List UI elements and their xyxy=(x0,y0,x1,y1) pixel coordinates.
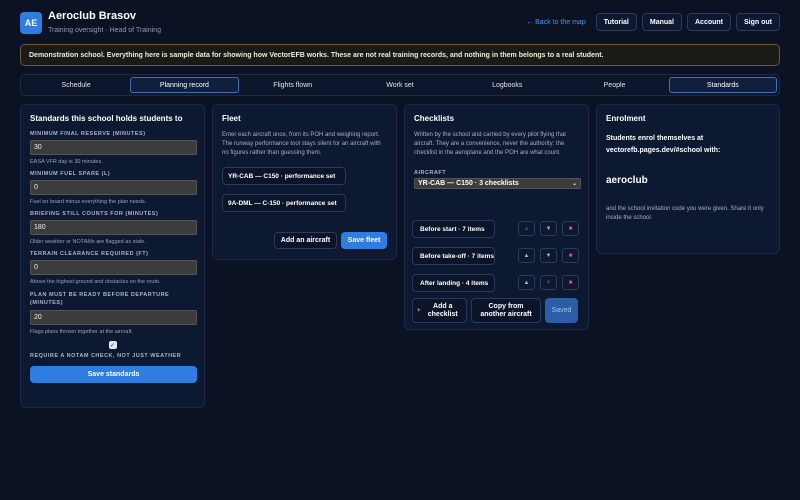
notam-check-checkbox[interactable]: ✓ xyxy=(108,341,117,349)
enrolment-note: and the school invitation code you were … xyxy=(606,206,764,221)
fleet-actions: Add an aircraft Save fleet xyxy=(274,232,387,249)
enrolment-intro: Students enrol themselves at vectorefb.p… xyxy=(606,135,721,154)
terrain-clearance-hint: Above the highest ground and obstacles o… xyxy=(30,279,161,285)
school-name: Aeroclub Brasov xyxy=(48,10,137,22)
school-logo: AE xyxy=(20,12,42,34)
fleet-description: Enter each aircraft once, from its POH a… xyxy=(222,132,381,156)
copy-checklists-button[interactable]: Copy from another aircraft xyxy=(471,298,541,323)
tab-planning-record[interactable]: Planning record xyxy=(130,77,239,93)
account-button[interactable]: Account xyxy=(687,13,731,31)
role-subtitle: Training oversight · Head of Training xyxy=(48,27,161,34)
checklist-row: Before start · 7 items ▲ ▼ ■ xyxy=(412,220,582,238)
briefing-validity-label: Briefing still counts for (minutes) xyxy=(30,211,159,217)
final-reserve-label: Minimum final reserve (minutes) xyxy=(30,131,146,137)
briefing-validity-input[interactable]: 180 xyxy=(30,220,197,235)
aircraft-item[interactable]: YR-CAB — C150 · performance set xyxy=(222,167,346,185)
terrain-clearance-label: Terrain clearance required (ft) xyxy=(30,251,149,257)
aircraft-select[interactable]: YR-CAB — C150 · 3 checklists ⌄ xyxy=(414,178,581,189)
save-fleet-button[interactable]: Save fleet xyxy=(341,232,387,249)
add-aircraft-button[interactable]: Add an aircraft xyxy=(274,232,337,249)
checklist-name[interactable]: Before start · 7 items xyxy=(412,220,495,238)
final-reserve-hint: EASA VFR day is 30 minutes. xyxy=(30,159,103,165)
demo-banner: Demonstration school. Everything here is… xyxy=(20,44,780,66)
invitation-code: aeroclub xyxy=(606,175,648,186)
enrolment-panel: Enrolment Students enrol themselves at v… xyxy=(596,104,780,254)
briefing-validity-hint: Older weather or NOTAMs are flagged as s… xyxy=(30,239,146,245)
move-up-icon[interactable]: ▲ xyxy=(518,221,535,236)
manual-button[interactable]: Manual xyxy=(641,13,682,31)
plan-ready-label: Plan must be ready before departure (min… xyxy=(30,292,170,306)
notam-check-label: Require a NOTAM check, not just weather xyxy=(30,353,182,359)
save-standards-button[interactable]: Save standards xyxy=(30,366,197,383)
move-up-icon[interactable]: ▲ xyxy=(518,275,535,290)
aircraft-select-value: YR-CAB — C150 · 3 checklists xyxy=(418,180,519,187)
checklist-row: After landing · 4 items ▲ ▼ ■ xyxy=(412,274,582,292)
checklists-title: Checklists xyxy=(414,114,455,123)
plus-icon: + xyxy=(417,307,421,314)
copy-checklists-label: Copy from another aircraft xyxy=(480,302,532,318)
tab-logbooks[interactable]: Logbooks xyxy=(454,77,560,93)
delete-icon[interactable]: ■ xyxy=(562,275,579,290)
standards-title: Standards this school holds students to xyxy=(30,114,183,123)
move-down-icon[interactable]: ▼ xyxy=(540,221,557,236)
header-actions: ← Back to the map Tutorial Manual Accoun… xyxy=(526,13,780,31)
checklist-name[interactable]: Before take-off · 7 items xyxy=(412,247,495,265)
aircraft-select-label: Aircraft xyxy=(414,170,447,176)
move-up-icon[interactable]: ▲ xyxy=(518,248,535,263)
saved-button[interactable]: Saved xyxy=(545,298,578,323)
tab-bar: Schedule Planning record Flights flown W… xyxy=(20,74,780,96)
move-down-icon[interactable]: ▼ xyxy=(540,275,557,290)
fleet-panel: Fleet Enter each aircraft once, from its… xyxy=(212,104,397,260)
final-reserve-input[interactable]: 30 xyxy=(30,140,197,155)
aircraft-item[interactable]: 9A-DML — C-150 · performance set xyxy=(222,194,346,212)
app-header: AE Aeroclub Brasov Training oversight · … xyxy=(20,10,780,38)
checklists-panel: Checklists Written by the school and car… xyxy=(404,104,589,330)
tab-people[interactable]: People xyxy=(561,77,667,93)
notam-check-row: ✓ xyxy=(30,341,195,349)
plan-ready-input[interactable]: 20 xyxy=(30,310,197,325)
tutorial-button[interactable]: Tutorial xyxy=(595,13,637,31)
delete-icon[interactable]: ■ xyxy=(562,248,579,263)
checklist-row: Before take-off · 7 items ▲ ▼ ■ xyxy=(412,247,582,265)
enrolment-title: Enrolment xyxy=(606,114,646,123)
plan-ready-hint: Flags plans thrown together at the aircr… xyxy=(30,329,134,335)
checklists-description: Written by the school and carried by eve… xyxy=(414,132,566,156)
add-checklist-button[interactable]: + Add a checklist xyxy=(412,298,467,323)
fuel-spare-input[interactable]: 0 xyxy=(30,180,197,195)
fleet-title: Fleet xyxy=(222,114,241,123)
tab-schedule[interactable]: Schedule xyxy=(23,77,129,93)
add-checklist-label: Add a checklist xyxy=(427,302,458,318)
terrain-clearance-input[interactable]: 0 xyxy=(30,260,197,275)
delete-icon[interactable]: ■ xyxy=(562,221,579,236)
tab-flights-flown[interactable]: Flights flown xyxy=(240,77,346,93)
standards-panel: Standards this school holds students to … xyxy=(20,104,205,408)
sign-out-button[interactable]: Sign out xyxy=(736,13,780,31)
tab-work-set[interactable]: Work set xyxy=(347,77,453,93)
back-to-map-link[interactable]: ← Back to the map xyxy=(526,19,586,26)
move-down-icon[interactable]: ▼ xyxy=(540,248,557,263)
chevron-down-icon: ⌄ xyxy=(571,181,577,187)
checklist-name[interactable]: After landing · 4 items xyxy=(412,274,495,292)
fuel-spare-label: Minimum fuel spare (L) xyxy=(30,171,111,177)
tab-standards[interactable]: Standards xyxy=(668,77,777,93)
checklist-actions: + Add a checklist Copy from another airc… xyxy=(412,298,578,323)
fuel-spare-hint: Fuel on board minus everything the plan … xyxy=(30,199,147,205)
